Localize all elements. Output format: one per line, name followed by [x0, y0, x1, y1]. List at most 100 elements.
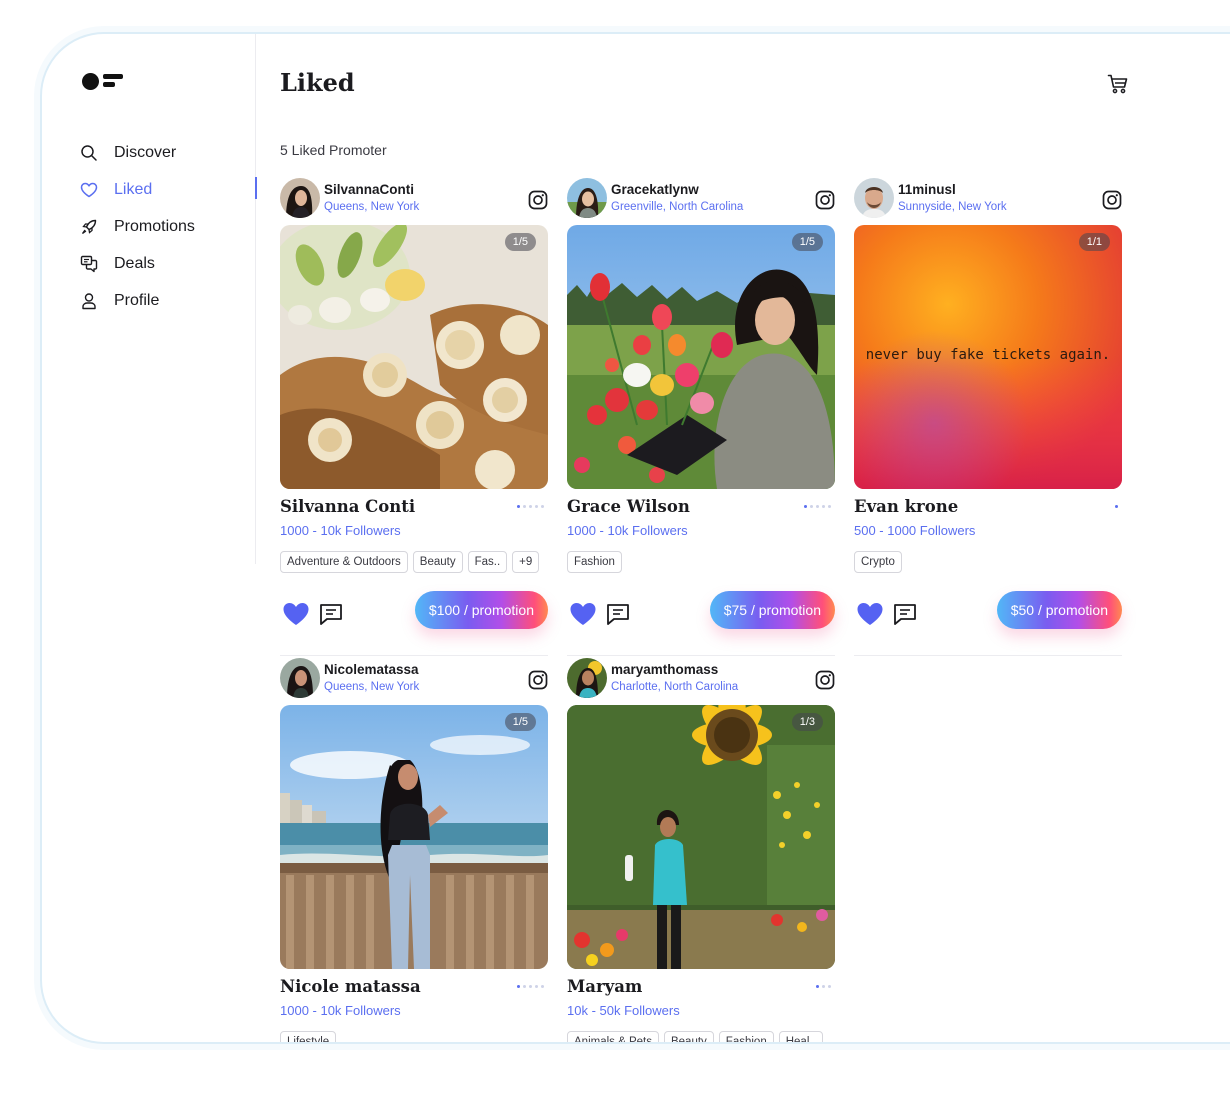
category-tags: Animals & Pets Beauty Fashion Heal.. — [567, 1031, 835, 1042]
instagram-icon[interactable] — [528, 190, 548, 210]
avatar[interactable] — [280, 178, 320, 218]
sidebar-item-deals[interactable]: Deals — [80, 245, 256, 282]
promoter-location: Queens, New York — [324, 681, 420, 693]
follower-range: 1000 - 10k Followers — [567, 523, 688, 538]
follower-range: 1000 - 10k Followers — [280, 523, 401, 538]
carousel-dots — [1115, 505, 1118, 508]
photo-pager: 1/5 — [791, 233, 823, 251]
category-tag[interactable]: Animals & Pets — [567, 1031, 659, 1042]
category-tag[interactable]: Heal.. — [778, 1031, 823, 1042]
carousel-dots — [804, 505, 831, 508]
promoter-name: Evan krone — [854, 497, 1122, 517]
promoter-location: Queens, New York — [324, 201, 420, 213]
category-tag[interactable]: Adventure & Outdoors — [280, 551, 408, 573]
category-tag[interactable]: Lifestyle — [280, 1031, 337, 1042]
card-actions: $75 / promotion — [567, 591, 835, 639]
heart-icon[interactable] — [282, 601, 310, 627]
promoter-name: Maryam — [567, 977, 835, 997]
category-tags: Lifestyle — [280, 1031, 548, 1042]
promoter-handle[interactable]: Nicolematassa — [324, 662, 419, 677]
divider — [854, 655, 1122, 656]
promoter-name: Grace Wilson — [567, 497, 835, 517]
post-caption: never buy fake tickets again. — [865, 347, 1111, 363]
promoter-card[interactable]: Gracekatlynw Greenville, North Carolina — [567, 178, 835, 656]
sidebar-item-profile[interactable]: Profile — [80, 282, 256, 319]
promoter-name-text: Nicole matassa — [280, 977, 421, 996]
heart-icon[interactable] — [569, 601, 597, 627]
instagram-icon[interactable] — [528, 670, 548, 690]
promoter-handle[interactable]: maryamthomass — [611, 662, 718, 677]
card-photo[interactable]: 1/1 never buy fake tickets again. — [854, 225, 1122, 489]
photo-pager: 1/3 — [791, 713, 823, 731]
promoter-location: Charlotte, North Carolina — [611, 681, 739, 693]
app-window: Discover Liked Promotions Deals Profile … — [40, 32, 1230, 1044]
sidebar-item-label: Promotions — [114, 217, 195, 235]
card-photo[interactable]: 1/3 — [567, 705, 835, 969]
promoter-handle[interactable]: SilvannaConti — [324, 182, 414, 197]
card-header: 11minusl Sunnyside, New York — [854, 178, 1122, 222]
cart-icon[interactable] — [1106, 72, 1130, 96]
sidebar-nav: Discover Liked Promotions Deals Profile — [80, 134, 257, 319]
promoter-name-text: Grace Wilson — [567, 497, 690, 516]
user-icon — [80, 292, 98, 310]
promoter-location: Sunnyside, New York — [898, 201, 1007, 213]
promoter-handle[interactable]: 11minusl — [898, 182, 956, 197]
follower-range: 1000 - 10k Followers — [280, 1003, 401, 1018]
promotion-price-button[interactable]: $100 / promotion — [414, 591, 548, 629]
sidebar-item-label: Profile — [114, 291, 160, 309]
heart-icon[interactable] — [856, 601, 884, 627]
logo[interactable] — [82, 72, 126, 92]
instagram-icon[interactable] — [815, 190, 835, 210]
instagram-icon[interactable] — [1102, 190, 1122, 210]
avatar[interactable] — [567, 178, 607, 218]
category-tag[interactable]: Fashion — [567, 551, 622, 573]
category-tag[interactable]: Beauty — [412, 551, 463, 573]
category-tag[interactable]: Crypto — [854, 551, 902, 573]
more-tags-badge[interactable]: +9 — [512, 551, 540, 573]
card-header: SilvannaConti Queens, New York — [280, 178, 548, 222]
divider — [567, 655, 835, 656]
sidebar-item-label: Liked — [114, 180, 153, 198]
promoter-location: Greenville, North Carolina — [611, 201, 744, 213]
card-photo[interactable]: 1/5 — [280, 225, 548, 489]
avatar[interactable] — [567, 658, 607, 698]
avatar[interactable] — [854, 178, 894, 218]
category-tag[interactable]: Beauty — [663, 1031, 714, 1042]
promoter-card[interactable]: 11minusl Sunnyside, New York 1/1 never b… — [854, 178, 1122, 656]
promoter-handle[interactable]: Gracekatlynw — [611, 182, 699, 197]
promoter-card[interactable]: SilvannaConti Queens, New York 1/5 Silva… — [280, 178, 548, 656]
message-icon[interactable] — [605, 601, 631, 627]
promoter-name: Nicole matassa — [280, 977, 548, 997]
promoter-name-text: Silvanna Conti — [280, 497, 416, 516]
card-actions: $100 / promotion — [280, 591, 548, 639]
sidebar-item-label: Deals — [114, 254, 155, 272]
chat-bubbles-icon — [80, 255, 98, 273]
category-tag[interactable]: Fas.. — [467, 551, 508, 573]
sidebar-item-liked[interactable]: Liked — [80, 171, 257, 208]
promoter-card[interactable]: maryamthomass Charlotte, North Carolina — [567, 658, 835, 1042]
card-header: Nicolematassa Queens, New York — [280, 658, 548, 702]
photo-pager: 1/5 — [504, 233, 536, 251]
instagram-icon[interactable] — [815, 670, 835, 690]
message-icon[interactable] — [892, 601, 918, 627]
category-tags: Crypto — [854, 551, 1122, 573]
sidebar-item-discover[interactable]: Discover — [80, 134, 256, 171]
photo-pager: 1/5 — [504, 713, 536, 731]
message-icon[interactable] — [318, 601, 344, 627]
promotion-price-button[interactable]: $50 / promotion — [996, 591, 1122, 629]
follower-range: 10k - 50k Followers — [567, 1003, 680, 1018]
sidebar-item-promotions[interactable]: Promotions — [80, 208, 256, 245]
card-photo[interactable]: 1/5 — [280, 705, 548, 969]
carousel-dots — [517, 985, 544, 988]
card-photo[interactable]: 1/5 — [567, 225, 835, 489]
divider — [280, 655, 548, 656]
search-icon — [80, 144, 98, 162]
category-tag[interactable]: Fashion — [718, 1031, 774, 1042]
page-title: Liked — [280, 68, 355, 97]
promoter-card[interactable]: Nicolematassa Queens, New York 1/5 Nicol… — [280, 658, 548, 1042]
follower-range: 500 - 1000 Followers — [854, 523, 976, 538]
carousel-dots — [517, 505, 544, 508]
promoter-name: Silvanna Conti — [280, 497, 548, 517]
promotion-price-button[interactable]: $75 / promotion — [709, 591, 835, 629]
avatar[interactable] — [280, 658, 320, 698]
